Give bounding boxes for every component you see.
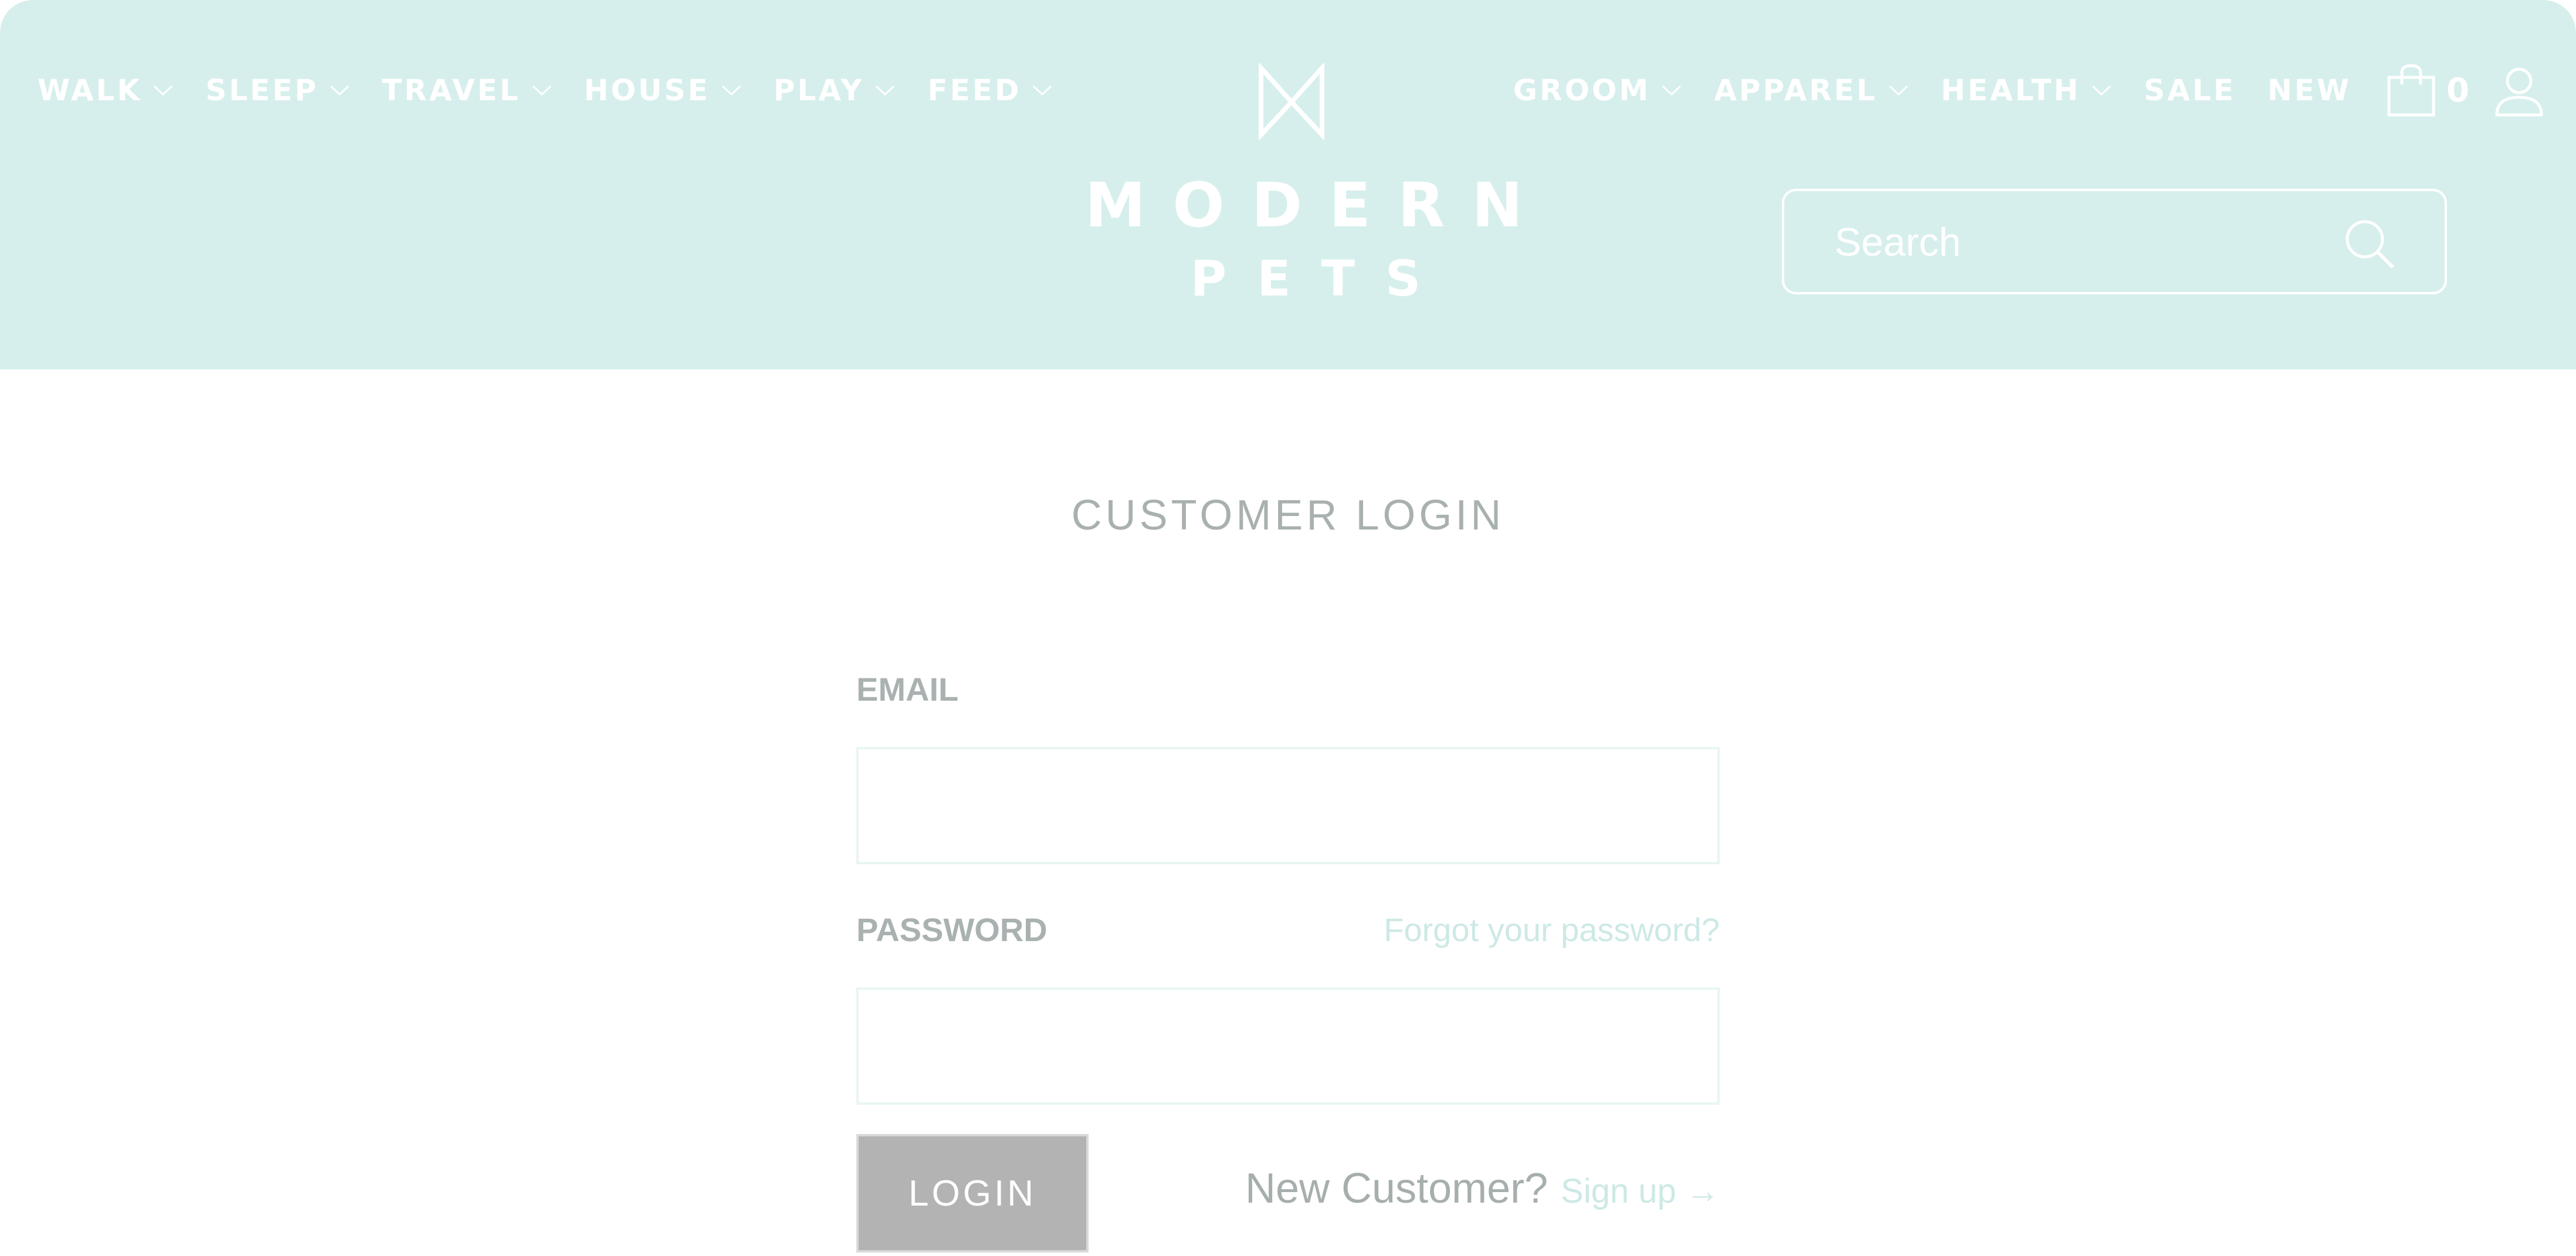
login-form: EMAIL PASSWORD Forgot your password? LOG… [856, 663, 1720, 1252]
login-button[interactable]: LOGIN [856, 1134, 1089, 1252]
password-field[interactable] [856, 987, 1720, 1105]
nav-item-label: SALE [2144, 73, 2236, 107]
site-header: WALK SLEEP TRAVEL HOUSE PLAY FEED MODERN… [0, 0, 2576, 369]
bowtie-logo-icon[interactable] [1256, 63, 1327, 140]
cart-count: 0 [2446, 71, 2470, 110]
nav-item-label: HOUSE [584, 73, 710, 107]
nav-item-label: PLAY [773, 73, 865, 107]
nav-item-apparel[interactable]: APPAREL [1714, 73, 1909, 107]
nav-item-label: APPAREL [1714, 73, 1877, 107]
chevron-down-icon [1033, 85, 1052, 96]
nav-item-walk[interactable]: WALK [38, 73, 174, 107]
nav-right: GROOM APPAREL HEALTH SALE NEW 0 [1513, 64, 2469, 117]
shopping-bag-icon [2387, 64, 2435, 117]
nav-item-label: NEW [2267, 73, 2352, 107]
nav-item-label: HEALTH [1940, 73, 2081, 107]
chevron-down-icon [532, 85, 551, 96]
password-label-row: PASSWORD Forgot your password? [856, 903, 1720, 956]
chevron-down-icon [1889, 85, 1908, 96]
chevron-down-icon [1662, 85, 1682, 96]
nav-item-house[interactable]: HOUSE [584, 73, 742, 107]
cart-button[interactable]: 0 [2387, 63, 2469, 117]
search-icon[interactable] [2341, 216, 2400, 274]
form-actions: LOGIN New Customer? Sign up → [856, 1134, 1720, 1252]
signup-link[interactable]: Sign up → [1561, 1172, 1720, 1211]
nav-item-label: GROOM [1513, 73, 1651, 107]
chevron-down-icon [330, 85, 350, 96]
email-label: EMAIL [856, 670, 959, 708]
nav-item-label: SLEEP [205, 73, 319, 107]
email-field[interactable] [856, 747, 1720, 864]
logo-wordmark-line2[interactable]: PETS [1056, 246, 1555, 311]
password-block: PASSWORD Forgot your password? [856, 903, 1720, 1105]
new-customer-text: New Customer? [1245, 1165, 1548, 1212]
chevron-down-icon [721, 85, 741, 96]
user-icon[interactable] [2494, 65, 2544, 117]
nav-item-health[interactable]: HEALTH [1941, 73, 2112, 107]
email-label-row: EMAIL [856, 663, 1720, 715]
signup-prompt: New Customer? Sign up → [1245, 1165, 1720, 1213]
nav-item-groom[interactable]: GROOM [1513, 73, 1682, 107]
logo-wordmark-line1[interactable]: MODERN [1056, 170, 1552, 240]
page-title: CUSTOMER LOGIN [1071, 492, 1505, 539]
search-box [1782, 189, 2447, 294]
nav-item-feed[interactable]: FEED [927, 73, 1053, 107]
search-input[interactable] [1833, 191, 2305, 293]
nav-item-label: WALK [38, 73, 143, 107]
nav-item-label: TRAVEL [382, 73, 521, 107]
password-label: PASSWORD [856, 911, 1048, 948]
nav-item-new[interactable]: NEW [2267, 73, 2351, 107]
forgot-password-link[interactable]: Forgot your password? [1384, 911, 1720, 949]
chevron-down-icon [2092, 85, 2111, 96]
chevron-down-icon [876, 85, 895, 96]
email-block: EMAIL [856, 663, 1720, 864]
nav-item-travel[interactable]: TRAVEL [382, 73, 553, 107]
nav-left: WALK SLEEP TRAVEL HOUSE PLAY FEED [38, 69, 1084, 111]
nav-item-label: FEED [927, 73, 1022, 107]
nav-item-sale[interactable]: SALE [2144, 73, 2236, 107]
nav-item-play[interactable]: PLAY [774, 73, 896, 107]
nav-item-sleep[interactable]: SLEEP [205, 73, 350, 107]
chevron-down-icon [154, 85, 173, 96]
